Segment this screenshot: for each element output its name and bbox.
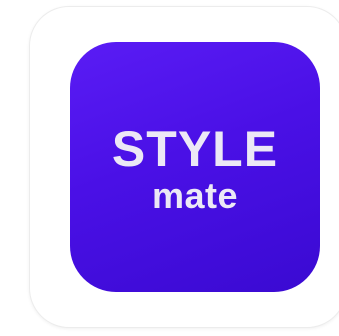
logo-text-style: STYLE — [111, 121, 279, 177]
logo-text-mate: mate — [151, 175, 239, 216]
app-icon[interactable]: STYLE mate — [70, 42, 320, 292]
page: STYLE mate — [0, 0, 339, 336]
